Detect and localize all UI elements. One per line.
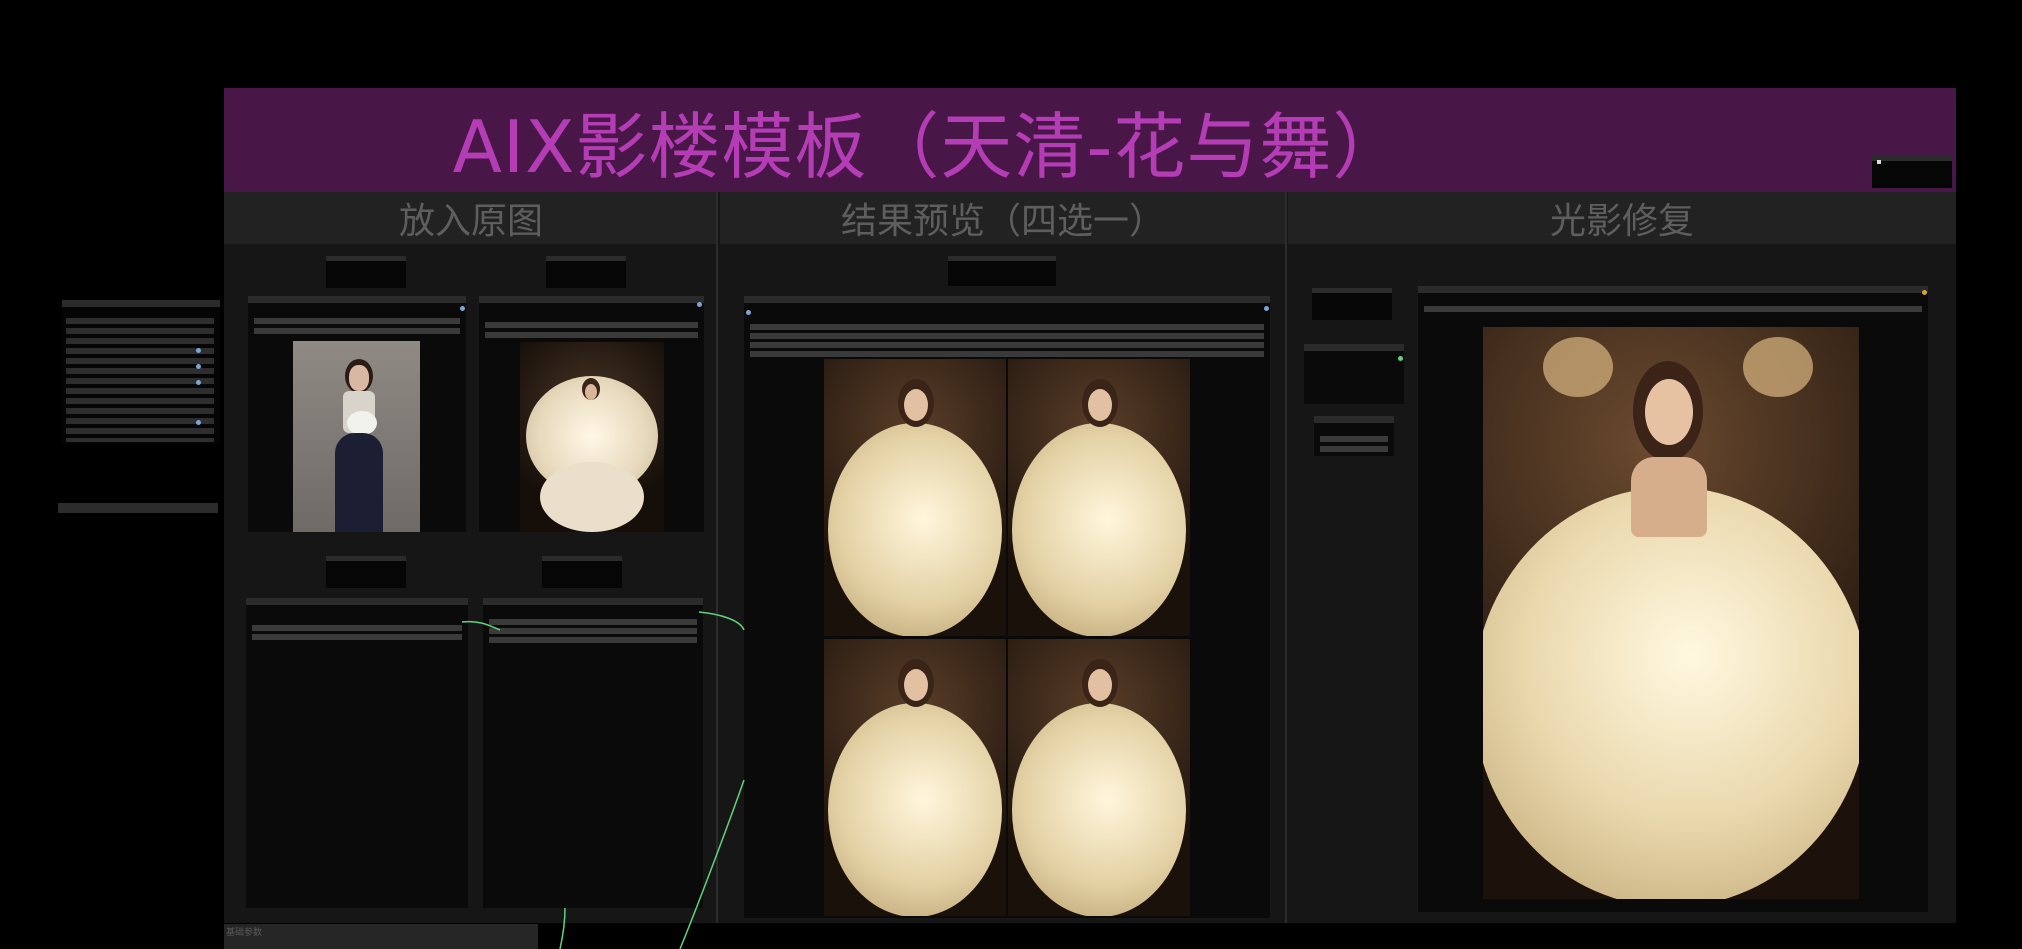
input-pin[interactable] (746, 310, 751, 315)
node-widget[interactable] (485, 332, 698, 338)
input-pin[interactable] (196, 364, 201, 369)
output-pin[interactable] (1922, 290, 1927, 295)
node-widget[interactable] (750, 342, 1264, 348)
small-node[interactable] (546, 256, 626, 288)
node-widget[interactable] (485, 322, 698, 328)
small-node[interactable] (948, 256, 1056, 286)
node-widget[interactable] (254, 318, 460, 324)
node-widget[interactable] (1320, 446, 1388, 452)
params-group[interactable] (224, 924, 538, 949)
section-divider (1285, 192, 1287, 923)
node-widget[interactable] (252, 625, 462, 631)
node-widget[interactable] (489, 619, 697, 625)
node-widget[interactable] (750, 351, 1264, 357)
section-header-input: 放入原图 (224, 192, 718, 244)
empty-image-node[interactable] (246, 598, 468, 908)
node-widget[interactable] (1424, 306, 1922, 312)
output-pin[interactable] (1264, 306, 1269, 311)
original-photo (293, 341, 420, 532)
node-widget[interactable] (750, 324, 1264, 330)
node-widget[interactable] (489, 637, 697, 643)
small-node[interactable] (542, 556, 622, 588)
title-bar-node[interactable] (1872, 156, 1952, 188)
small-node[interactable] (326, 556, 406, 588)
node-widget[interactable] (750, 333, 1264, 339)
section-header-preview: 结果预览（四选一） (720, 192, 1286, 244)
group-title: AIX影楼模板（天清-花与舞） (452, 104, 1406, 189)
input-pin[interactable] (196, 420, 201, 425)
node-widget[interactable] (1320, 436, 1388, 442)
output-pin[interactable] (460, 306, 465, 311)
small-node[interactable] (1312, 288, 1392, 320)
small-node[interactable] (1304, 344, 1404, 404)
input-pin[interactable] (196, 348, 201, 353)
relight-result (1483, 327, 1859, 899)
input-pin[interactable] (196, 380, 201, 385)
preview-grid (824, 359, 1190, 916)
node-dot (1877, 160, 1881, 164)
output-pin[interactable] (697, 302, 702, 307)
node-widget[interactable] (254, 328, 460, 334)
parameter-rows[interactable] (66, 318, 214, 442)
params-group-label: 基础参数 (226, 928, 263, 938)
small-node[interactable] (326, 256, 406, 288)
node-widget[interactable] (252, 634, 462, 640)
output-pin[interactable] (1398, 356, 1403, 361)
section-divider (716, 192, 718, 923)
reference-template (520, 342, 664, 532)
empty-image-node[interactable] (483, 598, 703, 908)
node-widget[interactable] (489, 628, 697, 634)
collapsed-node[interactable] (58, 503, 218, 513)
section-header-relight: 光影修复 (1288, 192, 1956, 244)
